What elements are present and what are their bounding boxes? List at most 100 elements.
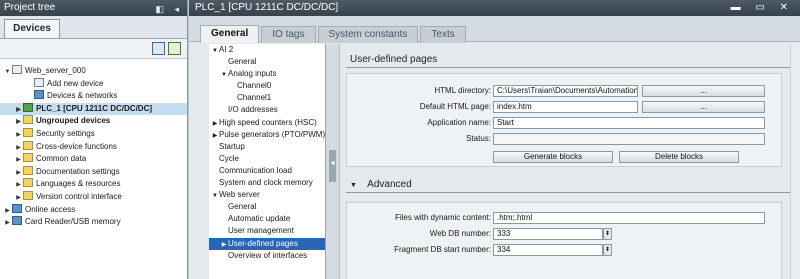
tree-item[interactable]: ▶ Card Reader/USB memory [0, 216, 187, 229]
tab-general[interactable]: General [200, 25, 260, 43]
tree-item[interactable]: ▶ Ungrouped devices [0, 115, 187, 128]
nav-item[interactable]: I/O addresses [209, 104, 325, 116]
nav-item[interactable]: Cycle [209, 153, 325, 165]
cross-device-icon [23, 140, 33, 150]
tree-item[interactable]: ▶ Cross-device functions [0, 140, 187, 154]
table-view-icon[interactable] [152, 42, 165, 55]
nav-splitter[interactable]: ◂ [326, 44, 340, 279]
row-web-db-number: Web DB number: 333 ⬍ [347, 228, 783, 240]
tree-item[interactable]: Add new device [0, 77, 187, 91]
network-view-icon[interactable] [168, 42, 181, 55]
delete-blocks-button[interactable]: Delete blocks [619, 151, 739, 163]
nav-item[interactable]: Automatic update [209, 213, 325, 225]
tree-item-label: Devices & networks [47, 91, 118, 101]
project-tree-title: Project tree [4, 2, 56, 13]
section-heading-advanced: Advanced [367, 179, 412, 190]
row-default-html-page: Default HTML page: index.htm ... [347, 101, 783, 113]
nav-item[interactable]: General [209, 56, 325, 68]
files-dynamic-content-input[interactable]: .htm;.html [493, 212, 765, 224]
nav-item[interactable]: ▼Web server [209, 189, 325, 201]
advanced-header[interactable]: ▼ Advanced [340, 177, 800, 192]
panel-pin-icon[interactable]: ◧ ◂ [155, 1, 183, 17]
tree-item[interactable]: ▶ Documentation settings [0, 165, 187, 179]
editor-titlebar: PLC_1 [CPU 1211C DC/DC/DC] ▬ ▭ ✕ [189, 0, 800, 16]
nav-item-label: Startup [219, 141, 245, 151]
nav-item[interactable]: Startup [209, 141, 325, 153]
fragment-db-spinner-icon[interactable]: ⬍ [603, 244, 612, 256]
nav-item[interactable]: Overview of interfaces [209, 250, 325, 262]
tab-texts[interactable]: Texts [420, 26, 466, 43]
row-application-name: Application name: Start [347, 117, 783, 129]
html-directory-input[interactable]: C:\Users\Traian\Documents\Automation [493, 85, 638, 97]
tree-item[interactable]: Devices & networks [0, 90, 187, 103]
collapse-arrow-icon[interactable]: ▼ [211, 190, 219, 202]
expand-arrow-icon[interactable]: ▶ [211, 130, 219, 142]
application-name-input[interactable]: Start [493, 117, 765, 129]
user-pages-form: HTML directory: C:\Users\Traian\Document… [346, 73, 782, 167]
expand-arrow-icon[interactable]: ▶ [3, 217, 12, 230]
tree-item-label: Version control interface [36, 191, 122, 201]
nav-item-label: Pulse generators (PTO/PWM) [219, 129, 326, 139]
collapse-arrow-icon[interactable]: ▼ [211, 45, 219, 57]
online-access-icon [12, 203, 22, 213]
plc-icon [23, 102, 33, 112]
tree-item-label: Ungrouped devices [36, 116, 111, 126]
tree-item[interactable]: ▶ Version control interface [0, 190, 187, 204]
window-controls-icon[interactable]: ▬ ▭ ✕ [731, 0, 794, 16]
tab-devices[interactable]: Devices [4, 19, 60, 38]
row-html-directory: HTML directory: C:\Users\Traian\Document… [347, 85, 783, 97]
tree-item[interactable]: ▶ Security settings [0, 127, 187, 141]
advanced-section: ▼ Advanced [340, 177, 800, 193]
expand-arrow-icon[interactable]: ▶ [211, 118, 219, 130]
tree-item-label: Security settings [36, 128, 95, 138]
nav-item[interactable]: Channel0 [209, 80, 325, 92]
default-html-page-input[interactable]: index.htm [493, 101, 638, 113]
tree-item-label: Cross-device functions [36, 141, 117, 151]
tree-item[interactable]: ▶ Online access [0, 203, 187, 217]
nav-item-label: Channel0 [237, 81, 272, 91]
tab-io-tags[interactable]: IO tags [261, 26, 316, 43]
project-tree-titlebar: Project tree ◧ ◂ [0, 0, 187, 16]
nav-item[interactable]: Channel1 [209, 92, 325, 104]
nav-item-label: Communication load [219, 165, 292, 175]
nav-item[interactable]: User management [209, 225, 325, 237]
web-db-spinner-icon[interactable]: ⬍ [603, 228, 612, 240]
row-block-actions: Generate blocks Delete blocks [347, 151, 783, 163]
nav-item[interactable]: Communication load [209, 165, 325, 177]
tree-item[interactable]: ▼ Web_server_000 [0, 65, 187, 78]
status-label: Status: [466, 134, 491, 143]
collapse-arrow-icon[interactable]: ▼ [220, 69, 228, 81]
nav-item[interactable]: General [209, 201, 325, 213]
languages-icon [23, 178, 33, 188]
nav-item[interactable]: ▶ Pulse generators (PTO/PWM) [209, 129, 325, 141]
browse-html-directory-button[interactable]: ... [642, 85, 765, 97]
tree-item[interactable]: ▶ Languages & resources [0, 178, 187, 191]
nav-item-label: User management [228, 226, 294, 236]
default-html-page-label: Default HTML page: [419, 102, 491, 111]
tree-item[interactable]: ▶ Common data [0, 153, 187, 166]
tree-item[interactable]: ▶ PLC_1 [CPU 1211C DC/DC/DC] [0, 102, 187, 116]
generate-blocks-button[interactable]: Generate blocks [493, 151, 613, 163]
project-tree-panel: Project tree ◧ ◂ Devices ▼ Web_server_000… [0, 0, 188, 279]
nav-item[interactable]: ▼Analog inputs [209, 68, 325, 80]
fragment-db-input[interactable]: 334 [493, 244, 603, 256]
browse-default-page-button[interactable]: ... [642, 101, 765, 113]
web-db-number-input[interactable]: 333 [493, 228, 603, 240]
nav-item[interactable]: System and clock memory [209, 177, 325, 189]
devices-tabbar: Devices [0, 16, 187, 38]
collapse-arrow-icon[interactable]: ◂ [329, 158, 336, 167]
section-heading-user-defined-pages: User-defined pages [350, 54, 438, 65]
expand-arrow-icon[interactable]: ▶ [220, 239, 228, 251]
nav-item[interactable]: ▶ High speed counters (HSC) [209, 117, 325, 129]
tab-system-constants[interactable]: System constants [317, 26, 419, 43]
section-divider [346, 67, 800, 68]
web-db-number-label: Web DB number: [429, 229, 491, 238]
row-fragment-db: Fragment DB start number: 334 ⬍ [347, 244, 783, 256]
nav-item-label: Automatic update [228, 214, 291, 224]
tree-item-label: Card Reader/USB memory [25, 217, 121, 227]
nav-item-label: High speed counters (HSC) [219, 117, 317, 127]
advanced-expand-icon[interactable]: ▼ [350, 182, 357, 189]
content-scrollbar[interactable] [790, 44, 800, 279]
nav-item[interactable]: ▼AI 2 [209, 44, 325, 56]
nav-item[interactable]: ▶ User-defined pages [209, 237, 325, 251]
